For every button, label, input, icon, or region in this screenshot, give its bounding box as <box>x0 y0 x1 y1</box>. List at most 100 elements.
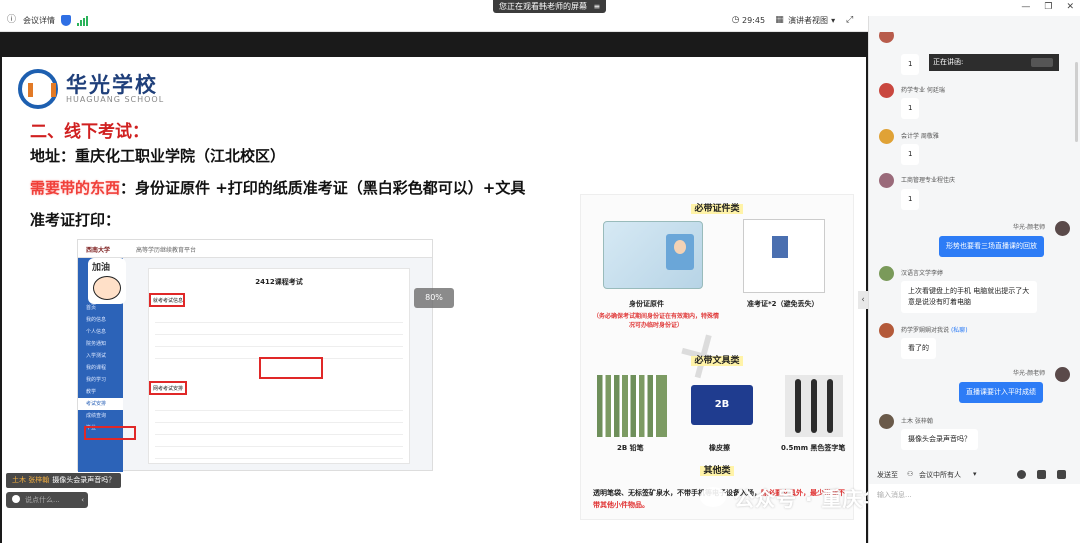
avatar <box>1055 221 1070 236</box>
send-to-dropdown[interactable]: 会议中所有人 <box>919 470 961 480</box>
emoji-icon[interactable] <box>12 495 20 503</box>
signal-icon[interactable] <box>77 15 88 26</box>
id-card-image <box>603 221 703 289</box>
notice-text: 您正在观看韩老师的屏幕 <box>499 2 587 11</box>
eraser-caption: 橡皮擦 <box>709 444 730 452</box>
portal-main: 2412课程考试 就考考试信息 网考考试安排 <box>148 268 410 464</box>
quick-chat-placeholder: 说点什么... <box>25 496 60 504</box>
chat-bubble: 1 <box>901 189 920 210</box>
chat-message-list[interactable]: 正在讲函: 1 药学专业 何廷瑞 1 会计学 周敬雅 1 工商管理专业程佳庆 1… <box>869 32 1080 464</box>
portal-menu-item: 我的信息 <box>86 317 107 323</box>
section-label: 网考考试安排 <box>153 386 184 392</box>
cheer-sticker: 加油 <box>88 258 126 304</box>
collapse-chat-button[interactable]: ‹ <box>858 291 868 309</box>
admission-caption: 准考证*2（避免丢失） <box>747 300 819 308</box>
admission-ticket-image <box>743 219 825 293</box>
cartoon-face-icon <box>93 276 121 300</box>
ticket-photo-icon <box>772 236 788 258</box>
info-icon[interactable]: ⓘ <box>6 15 17 26</box>
chevron-down-icon[interactable]: ▾ <box>973 470 977 478</box>
close-window-icon[interactable]: ✕ <box>1066 2 1074 12</box>
chat-bubble: 直播课要计入平时成绩 <box>959 382 1043 403</box>
pen-caption: 0.5mm 黑色签字笔 <box>781 444 846 452</box>
sticker-text: 加油 <box>92 263 111 273</box>
restore-icon[interactable]: ❐ <box>1044 2 1052 12</box>
chat-sender: 会计学 周敬雅 <box>901 133 939 140</box>
need-items: ：身份证原件 +打印的纸质准考证（黑白彩色都可以）+文具 <box>120 179 526 197</box>
screen-share-notice: 您正在观看韩老师的屏幕 ≡ <box>493 0 607 13</box>
slide-heading: 二、线下考试： <box>30 122 149 142</box>
portal-menu-item: 考试安排 <box>78 398 123 410</box>
quick-chat-input[interactable]: 说点什么... ‹ <box>6 492 88 508</box>
highlight-box <box>84 426 136 440</box>
chat-sender: 土木 张梓翰 <box>901 418 933 425</box>
portal-menu-item: 教学 <box>86 389 97 395</box>
avatar <box>879 266 894 281</box>
send-target-bar: 发送至 ⚇ 会议中所有人 ▾ <box>869 464 1080 484</box>
portal-menu-item: 我的学习 <box>86 377 107 383</box>
clock-icon: ◷ <box>731 15 740 25</box>
chat-toast: 土木 张梓翰 摄像头会录声音吗？ <box>6 473 122 488</box>
id-card-caption: 身份证原件 <box>629 300 664 308</box>
chevron-down-icon[interactable]: ▾ <box>831 16 835 25</box>
portal-menu-item: 个人信息 <box>86 329 107 335</box>
avatar <box>879 32 894 43</box>
avatar <box>879 83 894 98</box>
person-icon: ⚇ <box>907 470 914 478</box>
logo-en: HUAGUANG SCHOOL <box>66 95 165 104</box>
send-to-label: 发送至 <box>877 471 898 479</box>
id-photo-icon <box>666 234 694 270</box>
chat-sender: 华光-颜老师 <box>1013 370 1046 377</box>
slide-print-label: 准考证打印： <box>30 211 121 229</box>
toast-sender: 土木 张梓翰 <box>12 476 50 484</box>
chat-sender: 汉语言文学李婷 <box>901 270 944 277</box>
stationery-heading: 必带文具类 <box>581 353 853 366</box>
avatar <box>879 129 894 144</box>
security-shield-icon[interactable] <box>61 15 71 26</box>
chat-bubble: 上次看键盘上的手机 电脑就出提示了大意是说没有盯着电脑 <box>901 281 1037 313</box>
presenter-preview[interactable]: 正在讲函: <box>929 54 1059 71</box>
chat-sender: 药学专业 何廷瑞 <box>901 87 945 94</box>
image-icon[interactable] <box>1057 470 1066 479</box>
school-logo-icon <box>18 69 58 109</box>
chat-input[interactable]: 输入消息... <box>869 484 1080 543</box>
view-mode-dropdown[interactable]: 演讲者视图 <box>788 15 828 26</box>
section-label: 就考考试信息 <box>153 298 184 304</box>
meeting-timer: 29:45 <box>742 16 766 25</box>
chat-bubble: 形势也要看三场直播课的回放 <box>939 236 1044 257</box>
chat-bubble: 1 <box>901 98 920 119</box>
pens-image <box>785 375 843 437</box>
need-label: 需要带的东西 <box>30 179 121 197</box>
portal-name: 高等学历继续教育平台 <box>136 247 197 254</box>
items-checklist-card: 必带证件类 身份证原件 准考证*2（避免丢失） （务必确保考试期间身份证在有效期… <box>580 194 854 520</box>
speaker-view-icon: ▦ <box>775 15 784 25</box>
docs-heading: 必带证件类 <box>581 201 853 214</box>
chat-scrollbar[interactable] <box>1075 62 1078 142</box>
menu-icon[interactable]: ≡ <box>594 2 601 11</box>
avatar <box>879 414 894 429</box>
portal-menu-item: 成绩查询 <box>86 413 107 419</box>
portal-header: 西南大学 高等学历继续教育平台 <box>78 240 432 258</box>
slide-address: 地址：重庆化工职业学院（江北校区） <box>30 147 286 165</box>
toast-text: 摄像头会录声音吗？ <box>52 476 116 484</box>
portal-brand: 西南大学 <box>86 247 111 254</box>
chat-bubble: 看了的 <box>901 338 936 359</box>
chat-bubble: 摄像头会录声音吗？ <box>901 429 978 450</box>
pencil-caption: 2B 铅笔 <box>617 444 644 452</box>
chat-sender: 药学罗娴娴对我说 (私聊) <box>901 327 968 334</box>
portal-menu-item: 院务通知 <box>86 341 107 347</box>
fullscreen-icon[interactable]: ⤢ <box>844 15 855 26</box>
chat-bubble: 1 <box>901 144 920 165</box>
folder-icon[interactable] <box>1037 470 1046 479</box>
eraser-image: 2B <box>691 385 753 425</box>
meeting-info-button[interactable]: 会议详情 <box>23 15 55 26</box>
zoom-level-badge: 80% <box>414 288 454 308</box>
minimize-icon[interactable]: — <box>1021 2 1030 12</box>
avatar <box>879 323 894 338</box>
chat-sender: 华光-颜老师 <box>1013 224 1046 231</box>
chevron-left-icon[interactable]: ‹ <box>81 492 84 508</box>
emoji-icon[interactable] <box>1017 470 1026 479</box>
chat-bubble: 1 <box>901 54 920 75</box>
other-heading: 其他类 <box>581 463 853 476</box>
pencils-image <box>597 375 667 437</box>
